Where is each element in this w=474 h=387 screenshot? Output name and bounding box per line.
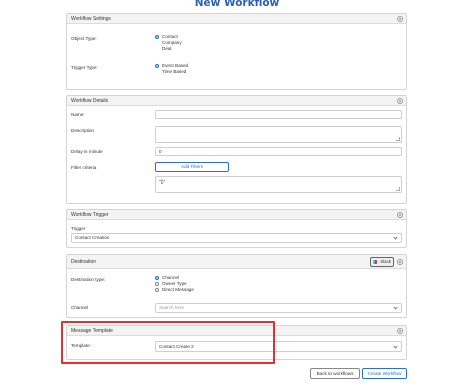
name-input[interactable] xyxy=(155,110,402,119)
trigger-label: Trigger xyxy=(71,226,86,231)
add-filters-button[interactable]: Add Filters xyxy=(155,162,229,172)
page-title: New Workflow xyxy=(194,0,280,9)
workflow-trigger-panel: Workflow Trigger Trigger Contact Creatio… xyxy=(66,209,407,248)
destination-type-dm-label: Direct Message xyxy=(162,287,194,292)
destination-type-label: Destination type: xyxy=(71,277,106,282)
channel-select[interactable]: Search here xyxy=(155,303,402,313)
destination-type-channel-label: Channel xyxy=(162,275,180,280)
object-type-label: Object Type: xyxy=(71,36,97,41)
template-select[interactable]: Contact Create 2 xyxy=(155,341,402,352)
destination-type-channel-radio[interactable] xyxy=(155,276,159,280)
trigger-type-label: Trigger Type: xyxy=(71,65,98,70)
back-to-workflows-button[interactable]: Back to workflows xyxy=(310,368,360,379)
slack-button-label: Slack xyxy=(380,259,391,264)
gear-icon[interactable] xyxy=(397,259,403,265)
chevron-down-icon xyxy=(393,343,398,349)
object-type-contact-label: Contact xyxy=(162,34,178,39)
slack-icon xyxy=(373,260,377,264)
destination-type-owner-radio[interactable] xyxy=(155,282,159,286)
destination-type-owner-label: Owner Type xyxy=(162,281,187,286)
filter-criteria-value: "{}" xyxy=(159,179,166,184)
workflow-trigger-title: Workflow Trigger xyxy=(71,212,109,218)
resize-handle-icon[interactable] xyxy=(396,187,400,191)
destination-type-dm-radio[interactable] xyxy=(155,288,159,292)
description-textarea[interactable] xyxy=(155,126,402,143)
message-template-header: Message Template xyxy=(67,326,406,336)
delay-value: 0 xyxy=(159,149,162,154)
trigger-select-value: Contact Creation xyxy=(75,235,110,240)
resize-handle-icon[interactable] xyxy=(396,137,400,141)
message-template-title: Message Template xyxy=(71,328,113,334)
template-label: Template: xyxy=(71,343,91,348)
workflow-settings-header: Workflow Settings xyxy=(67,14,406,24)
destination-panel: Destination Slack Destination type: Chan… xyxy=(66,254,407,318)
workflow-details-panel: Workflow Details Name: Description Delay… xyxy=(66,95,407,204)
gear-icon[interactable] xyxy=(397,328,403,334)
gear-icon[interactable] xyxy=(397,16,403,22)
object-type-company-label[interactable]: Company xyxy=(162,40,182,45)
trigger-select[interactable]: Contact Creation xyxy=(71,233,402,243)
slack-button[interactable]: Slack xyxy=(370,257,394,267)
trigger-type-event-label: Event Based xyxy=(162,63,189,68)
filter-criteria-label: Filter criteria xyxy=(71,165,97,170)
destination-title: Destination xyxy=(71,259,97,265)
delay-label: Delay in minute xyxy=(71,149,103,154)
trigger-type-time-label[interactable]: Time Based xyxy=(162,69,186,74)
gear-icon[interactable] xyxy=(397,212,403,218)
chevron-down-icon xyxy=(393,235,398,240)
workflow-details-title: Workflow Details xyxy=(71,98,109,104)
trigger-type-event-radio[interactable] xyxy=(155,64,159,68)
object-type-contact-radio[interactable] xyxy=(155,35,159,39)
channel-select-placeholder: Search here xyxy=(159,305,185,310)
description-label: Description xyxy=(71,128,94,133)
workflow-details-header: Workflow Details xyxy=(67,96,406,106)
delay-input[interactable]: 0 xyxy=(155,147,402,156)
object-type-deal-label[interactable]: Deal xyxy=(162,46,171,51)
create-workflow-button[interactable]: Create Workflow xyxy=(362,368,407,379)
workflow-trigger-header: Workflow Trigger xyxy=(67,210,406,220)
template-select-value: Contact Create 2 xyxy=(159,344,194,349)
destination-header: Destination Slack xyxy=(67,255,406,269)
name-label: Name: xyxy=(71,112,85,117)
message-template-panel: Message Template Template: Contact Creat… xyxy=(66,325,407,360)
gear-icon[interactable] xyxy=(397,98,403,104)
filter-criteria-textarea[interactable]: "{}" xyxy=(155,176,402,193)
channel-label: Channel xyxy=(71,305,89,310)
workflow-settings-title: Workflow Settings xyxy=(71,16,111,22)
workflow-settings-panel: Workflow Settings Object Type: Contact C… xyxy=(66,13,407,90)
chevron-down-icon xyxy=(393,305,398,310)
